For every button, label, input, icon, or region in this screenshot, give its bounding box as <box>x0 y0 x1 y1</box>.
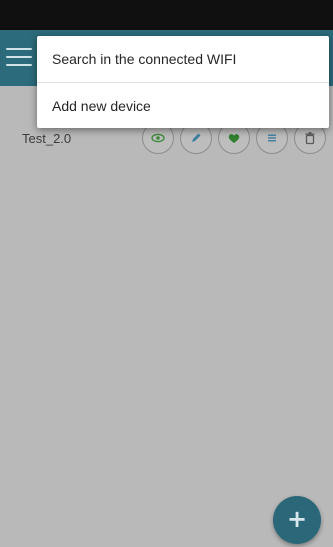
device-list: Test_2.0 <box>0 86 333 547</box>
pencil-icon <box>192 133 201 142</box>
menu-item-search-wifi[interactable]: Search in the connected WIFI <box>37 36 329 82</box>
plus-icon: + <box>286 505 308 533</box>
popup-menu: Search in the connected WIFI Add new dev… <box>37 36 329 128</box>
eye-icon <box>151 133 165 143</box>
hamburger-menu-icon[interactable] <box>6 44 32 70</box>
device-name: Test_2.0 <box>22 131 72 146</box>
status-bar <box>0 0 333 30</box>
list-icon <box>268 134 276 142</box>
menu-item-add-device[interactable]: Add new device <box>37 83 329 129</box>
heart-icon <box>228 134 240 143</box>
trash-icon <box>305 132 315 145</box>
add-fab-button[interactable]: + <box>273 496 321 544</box>
